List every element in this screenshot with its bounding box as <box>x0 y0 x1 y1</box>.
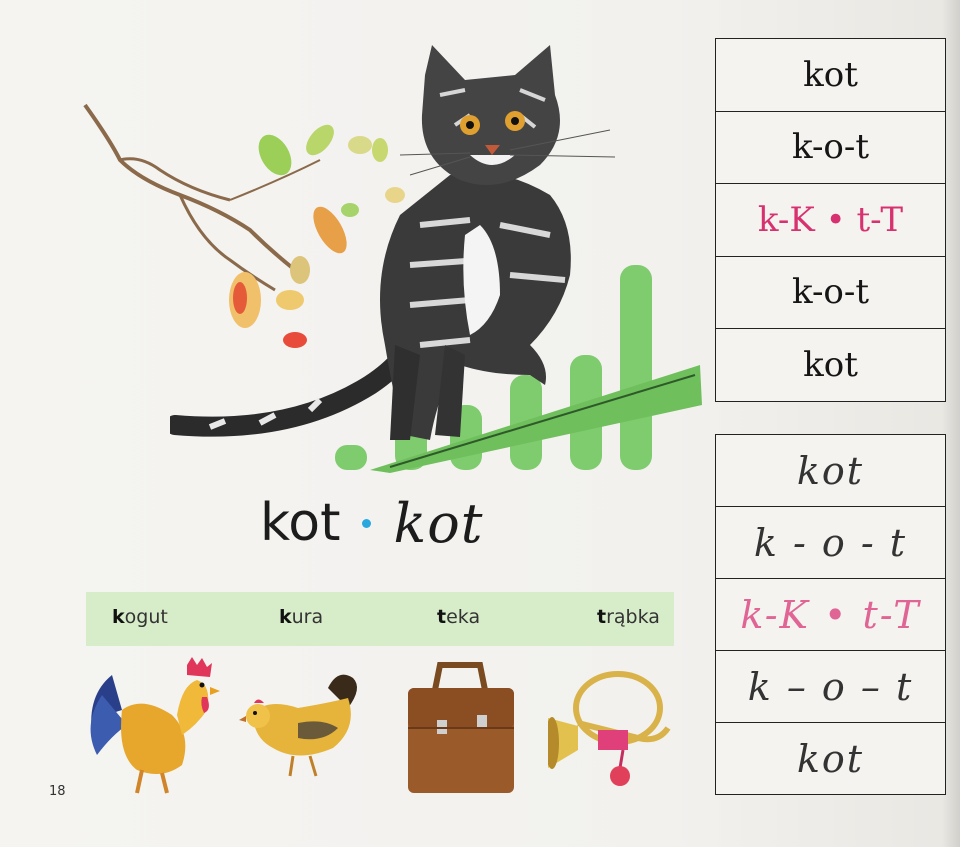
page-number: 18 <box>49 784 66 799</box>
rooster-illustration <box>90 657 220 794</box>
briefcase-illustration <box>408 662 514 793</box>
panel-row: k-o-t <box>716 112 945 184</box>
panel-row-highlight: k-K • t-T <box>716 579 945 651</box>
panel-row: k-o-t <box>716 257 945 329</box>
title-printed-word: kot <box>260 493 341 553</box>
panel-row: kot <box>716 329 945 402</box>
vocab-word-trabka: trąbka <box>597 606 660 628</box>
cat-illustration <box>170 45 616 440</box>
panel-row: kot <box>716 435 945 507</box>
page-title: kot kot <box>260 488 580 558</box>
panel-row: kot <box>716 39 945 112</box>
vocab-word-kura: kura <box>279 606 324 628</box>
hen-illustration <box>239 674 357 777</box>
panel-row: k – o – t <box>716 651 945 723</box>
vocabulary-strip: kogut kura teka trąbka <box>86 592 674 646</box>
panel-row: kot <box>716 723 945 795</box>
cursive-syllable-panel: kot k - o - t k-K • t-T k – o – t kot <box>715 434 946 795</box>
printed-syllable-panel: kot k-o-t k-K • t-T k-o-t kot <box>715 38 946 402</box>
vocab-word-kogut: kogut <box>112 606 168 628</box>
title-cursive-word: kot <box>393 491 484 555</box>
panel-row: k - o - t <box>716 507 945 579</box>
vocab-word-teka: teka <box>437 606 481 628</box>
panel-row-highlight: k-K • t-T <box>716 184 945 257</box>
blue-dot-separator <box>362 518 372 528</box>
post-horn-illustration <box>548 671 671 786</box>
